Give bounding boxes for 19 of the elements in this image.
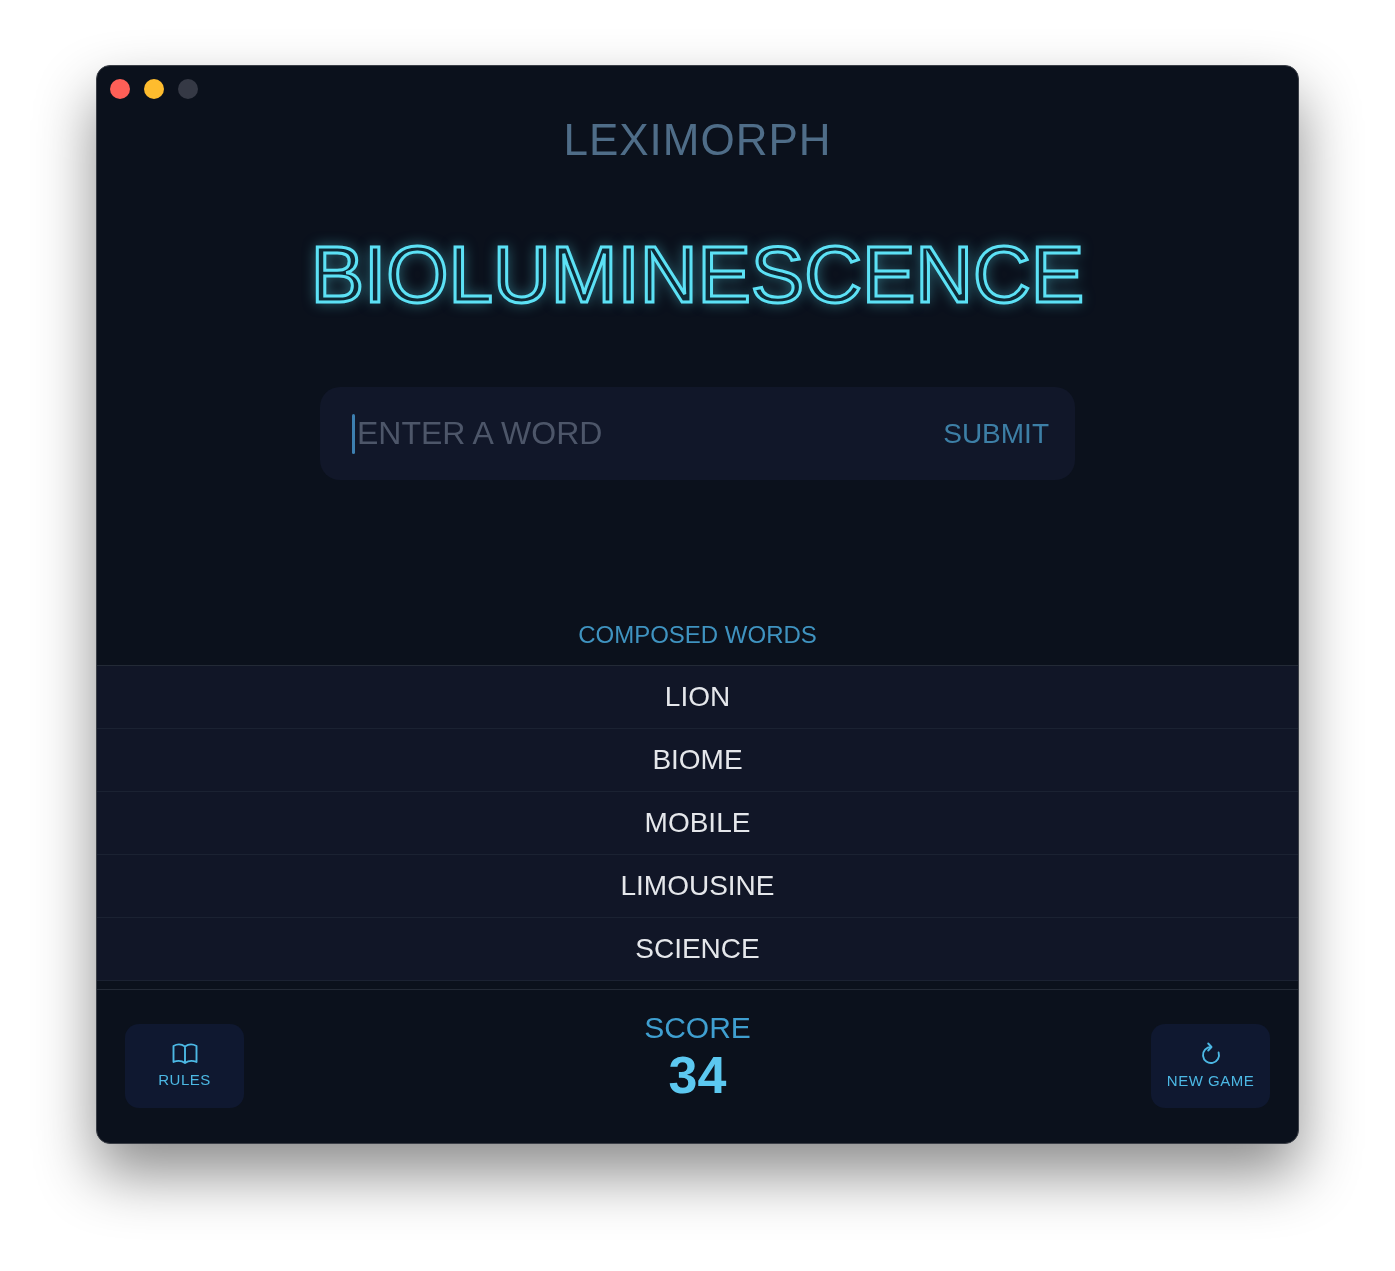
app-title: LEXIMORPH: [563, 115, 832, 165]
book-icon: [171, 1043, 198, 1065]
score-value: 34: [668, 1046, 727, 1104]
word-entry-bar[interactable]: ENTER A WORD SUBMIT: [320, 387, 1075, 480]
close-window-icon[interactable]: [110, 79, 130, 99]
new-game-button[interactable]: NEW GAME: [1151, 1024, 1270, 1108]
score-label: SCORE: [644, 1010, 751, 1046]
section-heading: COMPOSED WORDS: [578, 620, 817, 650]
rules-button[interactable]: RULES: [125, 1024, 244, 1108]
composed-word: LIMOUSINE: [97, 855, 1298, 918]
circular-arrow-icon: [1199, 1042, 1222, 1066]
composed-word: MOBILE: [97, 792, 1298, 855]
composed-word: LION: [97, 666, 1298, 729]
composed-word: BIOME: [97, 729, 1298, 792]
source-word: BIOLUMINESCENCE: [310, 229, 1085, 321]
composed-word: SCIENCE: [97, 918, 1298, 981]
word-input-field[interactable]: ENTER A WORD: [355, 408, 940, 459]
minimize-window-icon[interactable]: [144, 79, 164, 99]
submit-button[interactable]: SUBMIT: [939, 409, 1053, 458]
